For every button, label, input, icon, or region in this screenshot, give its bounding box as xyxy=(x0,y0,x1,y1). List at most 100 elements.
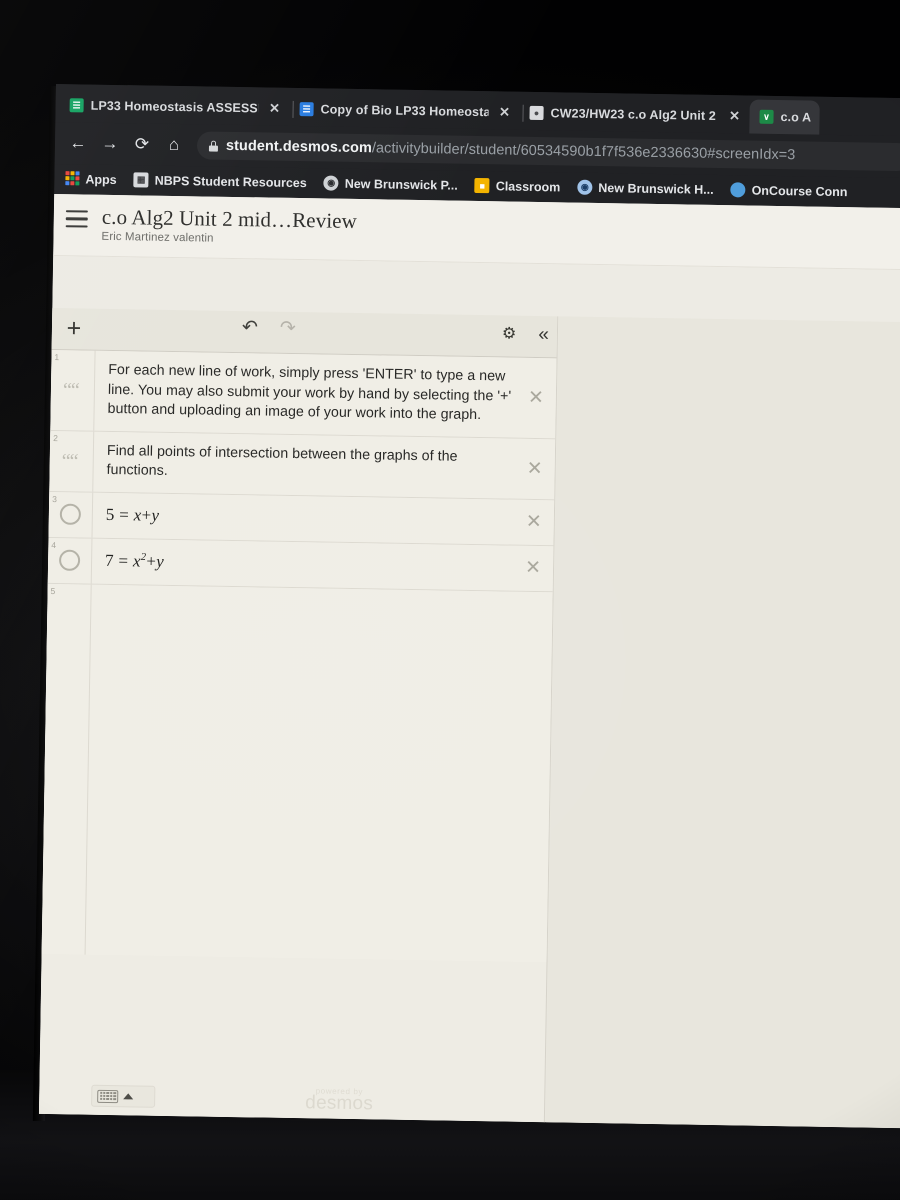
bookmark-label: OnCourse Conn xyxy=(751,183,848,199)
circle-icon: ◉ xyxy=(323,175,339,191)
note-quote-icon: ““ xyxy=(61,450,78,473)
browser-tab-title: Copy of Bio LP33 Homeostas xyxy=(320,102,489,120)
graph-toggle-circle[interactable] xyxy=(58,550,81,572)
delete-row-icon[interactable]: ✕ xyxy=(527,458,543,479)
row-gutter: 5 xyxy=(41,583,92,955)
row-number: 3 xyxy=(52,493,57,505)
bookmark-new-brunswick-p[interactable]: ◉ New Brunswick P... xyxy=(323,175,458,193)
expression-math[interactable]: 5 = x+y xyxy=(92,493,554,546)
browser-tab-3[interactable]: ● CW23/HW23 c.o Alg2 Unit 2 r ✕ xyxy=(519,96,754,134)
classroom-icon: ■ xyxy=(474,177,490,194)
hamburger-menu-icon[interactable] xyxy=(65,205,88,233)
keyboard-icon xyxy=(97,1089,119,1103)
graph-toggle-circle[interactable] xyxy=(59,504,82,526)
bookmark-label: New Brunswick H... xyxy=(598,180,714,197)
bookmark-oncourse-connect[interactable]: OnCourse Conn xyxy=(730,182,848,199)
news-icon: ▦ xyxy=(133,172,149,188)
math-term-x: x xyxy=(132,551,141,571)
expression-row-3[interactable]: 3 5 = x+y ✕ xyxy=(48,491,555,547)
laptop-screen-photo: ☰ LP33 Homeostasis ASSESSM ✕ ☰ Copy of B… xyxy=(0,0,900,1200)
reload-icon[interactable]: ⟳ xyxy=(127,129,157,159)
browser-tab-title: CW23/HW23 c.o Alg2 Unit 2 r xyxy=(550,106,719,123)
expression-panel-footer: powered by desmos xyxy=(39,1074,546,1122)
row-gutter: 3 xyxy=(48,491,94,538)
bookmark-apps[interactable]: Apps xyxy=(64,171,117,187)
cloud-icon xyxy=(730,182,746,198)
note-quote-icon: ““ xyxy=(62,379,79,402)
delete-row-icon[interactable]: ✕ xyxy=(528,387,544,408)
back-icon[interactable]: ← xyxy=(63,128,93,158)
docs-icon: ☰ xyxy=(299,102,314,117)
undo-redo-group: ↶ ↷ xyxy=(242,317,296,339)
address-bar[interactable]: student.desmos.com/activitybuilder/stude… xyxy=(196,131,900,172)
caret-up-icon xyxy=(123,1093,134,1100)
expression-row-4[interactable]: 4 7 = x2+y ✕ xyxy=(47,537,554,593)
close-icon[interactable]: ✕ xyxy=(267,101,281,117)
empty-expression[interactable] xyxy=(86,585,553,963)
expression-row-2[interactable]: 2 ““ Find all points of intersection bet… xyxy=(49,430,556,501)
close-icon[interactable]: ✕ xyxy=(497,104,511,120)
desmos-activity-page: c.o Alg2 Unit 2 mid…Review Eric Martinez… xyxy=(38,193,900,1129)
browser-tab-4-active[interactable]: ∨ c.o A xyxy=(749,99,820,135)
row-gutter: 2 ““ xyxy=(49,430,95,492)
address-host: student.desmos.com xyxy=(225,137,373,157)
bookmark-label: New Brunswick P... xyxy=(344,176,458,193)
delete-row-icon[interactable]: ✕ xyxy=(525,558,541,579)
circle-icon: ◉ xyxy=(577,179,593,195)
math-op: + xyxy=(146,551,157,571)
expression-panel: + ↶ ↷ ⚙ « 1 ““ For each new line of work… xyxy=(38,307,559,1123)
expression-list: 1 ““ For each new line of work, simply p… xyxy=(41,349,557,963)
delete-row-icon[interactable]: ✕ xyxy=(526,512,542,533)
desmos-brand-label: desmos xyxy=(305,1092,374,1115)
apps-grid-icon xyxy=(64,171,80,186)
close-icon[interactable]: ✕ xyxy=(727,108,741,124)
collapse-panel-icon[interactable]: « xyxy=(538,324,549,345)
row-number: 5 xyxy=(50,585,56,597)
note-text: Find all points of intersection between … xyxy=(106,442,458,480)
laptop-screen: ☰ LP33 Homeostasis ASSESSM ✕ ☰ Copy of B… xyxy=(38,84,900,1129)
row-gutter: 1 ““ xyxy=(50,349,96,431)
address-path: /activitybuilder/student/60534590b1f7f53… xyxy=(371,140,796,164)
add-expression-button[interactable]: + xyxy=(52,314,96,342)
math-equals: = xyxy=(119,505,130,525)
address-bar-text: student.desmos.com/activitybuilder/stude… xyxy=(226,138,796,163)
expression-math[interactable]: 7 = x2+y xyxy=(92,539,554,592)
expression-row-5-empty[interactable]: 5 xyxy=(41,583,553,963)
graph-canvas[interactable] xyxy=(545,316,900,1129)
sheets-icon: ☰ xyxy=(69,98,84,113)
bookmark-label: Classroom xyxy=(495,178,561,194)
expression-row-1[interactable]: 1 ““ For each new line of work, simply p… xyxy=(50,349,557,440)
math-term-y: y xyxy=(156,551,165,571)
lock-icon xyxy=(208,140,219,152)
row-number: 4 xyxy=(51,539,57,551)
gear-icon[interactable]: ⚙ xyxy=(502,323,517,343)
redo-icon[interactable]: ↷ xyxy=(280,318,296,339)
browser-tab-title: LP33 Homeostasis ASSESSM xyxy=(90,98,259,116)
desmos-calculator: + ↶ ↷ ⚙ « 1 ““ For each new line of work… xyxy=(38,307,900,1129)
bookmark-nbps-student-resources[interactable]: ▦ NBPS Student Resources xyxy=(133,172,307,190)
row-gutter: 4 xyxy=(47,537,93,584)
note-text: For each new line of work, simply press … xyxy=(107,361,512,424)
browser-tab-2[interactable]: ☰ Copy of Bio LP33 Homeostas ✕ xyxy=(289,92,524,130)
math-lhs: 5 xyxy=(105,504,115,524)
desmos-watermark: powered by desmos xyxy=(279,1086,399,1116)
page-title: c.o Alg2 Unit 2 mid…Review xyxy=(101,204,358,234)
bookmark-classroom[interactable]: ■ Classroom xyxy=(474,177,561,194)
row-number: 2 xyxy=(53,432,58,443)
bookmark-label: NBPS Student Resources xyxy=(154,173,307,190)
classroom-person-icon: ● xyxy=(529,105,544,121)
bookmark-label: Apps xyxy=(85,172,117,187)
browser-tab-title: c.o A xyxy=(780,110,812,125)
keyboard-toggle-button[interactable] xyxy=(91,1084,156,1108)
toolbar-right-group: ⚙ « xyxy=(502,323,549,345)
math-equals: = xyxy=(118,551,129,571)
forward-icon[interactable]: → xyxy=(95,129,125,159)
math-term-y: y xyxy=(151,505,160,525)
bookmark-new-brunswick-h[interactable]: ◉ New Brunswick H... xyxy=(577,179,714,197)
home-icon[interactable]: ⌂ xyxy=(159,130,189,160)
undo-icon[interactable]: ↶ xyxy=(242,317,258,338)
browser-tab-1[interactable]: ☰ LP33 Homeostasis ASSESSM ✕ xyxy=(59,88,294,126)
math-op: + xyxy=(141,505,152,525)
student-name: Eric Martinez valentin xyxy=(101,230,214,245)
desmos-icon: ∨ xyxy=(759,109,774,124)
